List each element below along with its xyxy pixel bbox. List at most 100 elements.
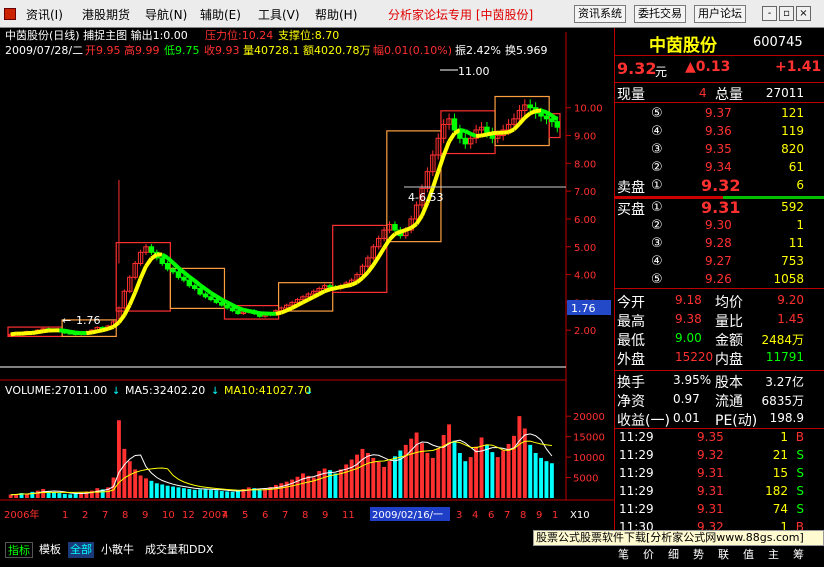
sell-price: 9.32 bbox=[701, 176, 741, 195]
side-tab[interactable]: 联 bbox=[718, 546, 729, 562]
trend-segment bbox=[215, 294, 223, 302]
volume-scale: X10 bbox=[570, 510, 590, 521]
price-unit: 元 bbox=[655, 65, 668, 79]
side-tab[interactable]: 筹 bbox=[793, 546, 804, 562]
menu-hk-futures[interactable]: 港股期货 bbox=[82, 6, 130, 23]
trend-segment bbox=[107, 324, 115, 331]
trend-segment bbox=[329, 286, 336, 292]
sell-volume: 61 bbox=[788, 160, 804, 174]
trend-segment bbox=[37, 329, 44, 335]
date-tick: 6 bbox=[262, 510, 268, 521]
candle-body bbox=[148, 246, 155, 253]
forum-button[interactable]: 用户论坛 bbox=[694, 5, 746, 23]
trend-segment bbox=[394, 229, 402, 236]
bar-close: 收9.93 bbox=[204, 43, 240, 57]
side-tab[interactable]: 主 bbox=[768, 546, 779, 562]
buy-volume: 592 bbox=[781, 200, 804, 214]
date-year: 2006年 bbox=[4, 508, 39, 521]
fin-value: 0.97 bbox=[673, 392, 700, 406]
arrow-down-icon: ↓ bbox=[305, 386, 313, 397]
bar-volume: 量40728.1 bbox=[243, 44, 300, 57]
info-system-button[interactable]: 资讯系统 bbox=[574, 5, 626, 23]
trend-segment bbox=[492, 130, 498, 136]
menu-help[interactable]: 帮助(H) bbox=[315, 6, 357, 23]
tab-volume-ddx[interactable]: 成交量和DDX bbox=[143, 542, 215, 558]
date-tick: 3 bbox=[456, 510, 462, 521]
price-change-pct: +1.41 bbox=[775, 59, 822, 75]
trade-button[interactable]: 委托交易 bbox=[634, 5, 686, 23]
arrow-down-icon: ↓ bbox=[112, 386, 120, 397]
buy-price: 9.27 bbox=[705, 254, 732, 268]
side-tab[interactable]: 细 bbox=[668, 546, 679, 562]
price-tick-label: 8.00 bbox=[574, 159, 596, 170]
trend-segment bbox=[453, 128, 461, 136]
side-tab[interactable]: 价 bbox=[643, 546, 654, 562]
tab-template[interactable]: 模板 bbox=[37, 542, 63, 558]
candle-body bbox=[543, 115, 550, 120]
trend-segment bbox=[345, 282, 353, 288]
date-tick: 1 bbox=[552, 510, 558, 521]
candle-body bbox=[392, 224, 398, 231]
tick-direction: B bbox=[795, 430, 804, 444]
fin-value: 0.01 bbox=[673, 411, 700, 425]
candle-body bbox=[235, 310, 241, 315]
date-tick: 2 bbox=[82, 510, 88, 521]
tab-all[interactable]: 全部 bbox=[68, 542, 94, 558]
side-tab[interactable]: 势 bbox=[693, 546, 704, 562]
side-tab[interactable]: 值 bbox=[743, 546, 754, 562]
menu-navigate[interactable]: 导航(N) bbox=[145, 6, 187, 23]
menu-info[interactable]: 资讯(I) bbox=[26, 6, 63, 23]
kline-chart[interactable]: 中茵股份(日线) 捕捉主图 输出1:0.00 压力位:10.24 支撑位:8.7… bbox=[0, 28, 614, 528]
date-tick: 7 bbox=[282, 510, 288, 521]
maximize-icon[interactable]: ▫ bbox=[779, 6, 794, 21]
trend-segment bbox=[102, 326, 109, 333]
ad-banner[interactable]: 股票公式股票软件下载[分析家公式网www.88gs.com] bbox=[533, 530, 824, 546]
fin-value: 3.95% bbox=[673, 373, 712, 387]
trend-segment bbox=[464, 129, 472, 136]
trend-segment bbox=[86, 330, 93, 336]
trend-segment bbox=[280, 308, 288, 315]
volume-tick-label: 5000 bbox=[573, 474, 598, 485]
buy-volume: 1 bbox=[796, 218, 804, 232]
price-tick-label: 9.00 bbox=[574, 132, 596, 143]
buy-price: 9.30 bbox=[705, 218, 732, 232]
menu-tools[interactable]: 工具(V) bbox=[258, 6, 300, 23]
date-tick: 8 bbox=[122, 510, 128, 521]
sell-index: ① bbox=[651, 178, 663, 193]
tick-price: 9.32 bbox=[697, 448, 724, 462]
candle-body bbox=[224, 304, 230, 309]
stat-value: 15220 bbox=[675, 350, 714, 364]
stat-value: 9.20 bbox=[777, 293, 804, 307]
trend-segment bbox=[405, 226, 412, 232]
tab-indicator[interactable]: 指标 bbox=[5, 542, 33, 558]
date-axis: 2006年 1 2 7 8 9 10 12 20074 5 6 7 8 9 11 2009/02/16/一 3 4… bbox=[4, 507, 558, 521]
trend-segment bbox=[475, 133, 482, 139]
bar-low: 低9.75 bbox=[164, 44, 200, 57]
stat-value: 11791 bbox=[765, 350, 804, 364]
trend-segment bbox=[220, 297, 229, 305]
app-logo-icon bbox=[4, 8, 16, 20]
trend-segment bbox=[502, 130, 509, 135]
trend-segment bbox=[486, 131, 493, 137]
trend-segment bbox=[21, 331, 28, 336]
trend-segment bbox=[237, 306, 245, 312]
sell-price: 9.37 bbox=[705, 106, 732, 120]
current-volume: 4 bbox=[699, 86, 707, 100]
trend-segment bbox=[296, 300, 304, 307]
side-tab[interactable]: 笔 bbox=[618, 546, 629, 562]
trend-segment bbox=[540, 108, 548, 115]
tick-time: 11:29 bbox=[619, 466, 654, 480]
sell-volume: 119 bbox=[781, 124, 804, 138]
tab-small-bull[interactable]: 小散牛 bbox=[99, 542, 136, 558]
minimize-icon[interactable]: - bbox=[762, 6, 777, 21]
close-icon[interactable]: × bbox=[796, 6, 811, 21]
candle-body bbox=[462, 137, 468, 145]
price-tick-label: 10.00 bbox=[574, 104, 603, 115]
fin-value: 198.9 bbox=[769, 411, 804, 425]
stat-value: 9.00 bbox=[675, 331, 702, 345]
menu-assist[interactable]: 辅助(E) bbox=[200, 6, 241, 23]
trend-segment bbox=[291, 303, 299, 310]
buy-volume: 11 bbox=[788, 236, 804, 250]
chart-title: 中茵股份(日线) 捕捉主图 输出1:0.00 bbox=[5, 28, 188, 42]
buy-volume: 753 bbox=[781, 254, 804, 268]
